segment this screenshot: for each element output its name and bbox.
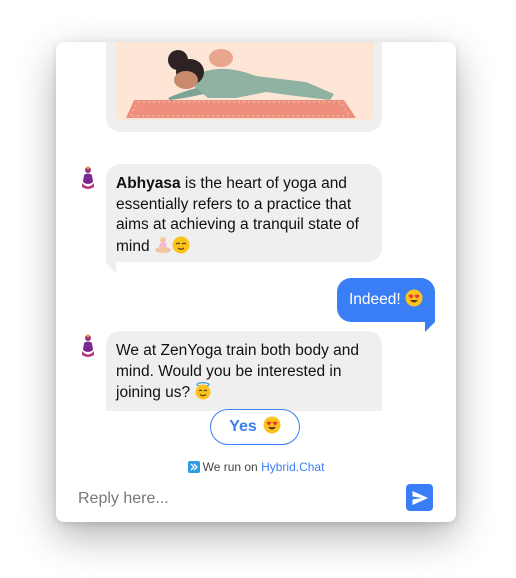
powered-by-text: We run on [202,460,262,474]
message-bubble-zenyoga: We at ZenYoga train both body and mind. … [106,331,382,411]
person-in-lotus-position-icon [154,236,172,261]
heart-eyes-emoji-icon [405,289,423,312]
bot-avatar [80,334,96,358]
heart-eyes-emoji-icon [263,416,281,439]
yoga-illustration[interactable] [116,42,374,120]
reply-input[interactable] [76,483,380,515]
hybrid-chat-link[interactable]: Hybrid.Chat [261,460,324,474]
quick-reply-yes-button[interactable]: Yes [210,409,300,445]
message-text: Indeed! [348,291,401,308]
powered-by: We run on Hybrid.Chat [56,460,456,476]
relieved-face-icon [172,236,190,261]
hybrid-chat-logo-icon [187,461,200,476]
message-bubble-user: Indeed! [336,278,435,322]
chat-widget: Abhyasa is the heart of yoga and essenti… [56,42,456,522]
send-icon [412,490,428,505]
bot-avatar [80,166,96,190]
send-button[interactable] [406,484,433,511]
halo-face-emoji-icon [194,382,212,407]
yoga-person-icon [82,166,94,189]
message-text: We at ZenYoga train both body and mind. … [116,342,360,401]
quick-reply-label: Yes [229,418,257,435]
message-bold-term: Abhyasa [116,175,181,192]
yoga-person-icon [82,334,94,357]
message-bubble-abhyasa: Abhyasa is the heart of yoga and essenti… [106,164,382,262]
bubble-tail [425,322,435,332]
bubble-tail [106,262,116,274]
